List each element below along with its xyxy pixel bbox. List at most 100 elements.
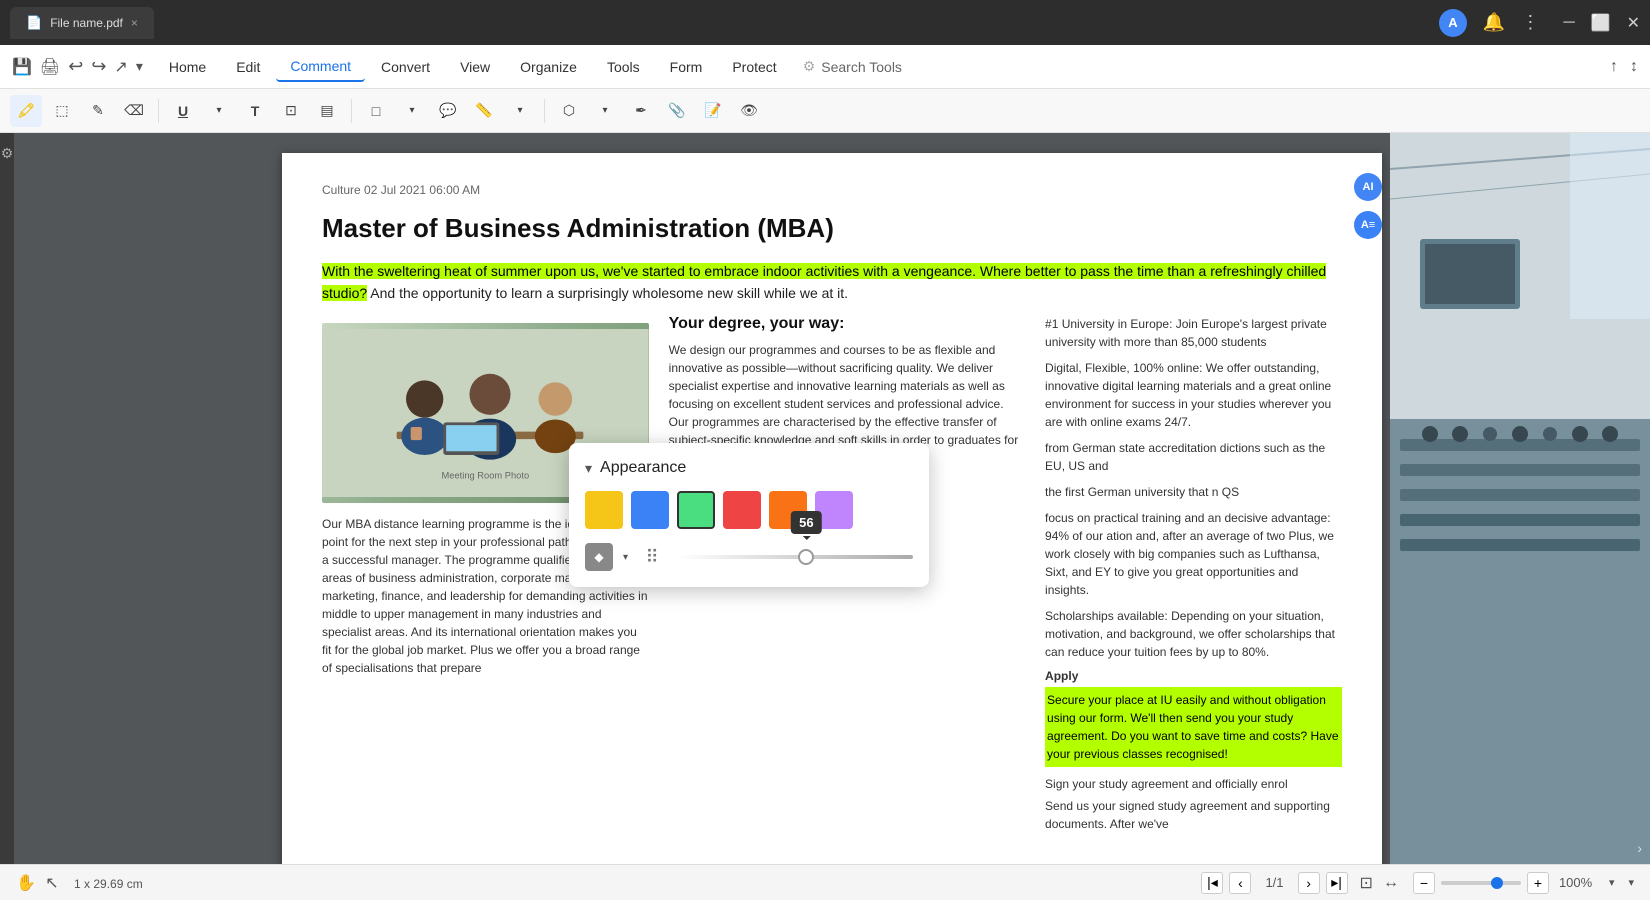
nav-view[interactable]: View xyxy=(446,53,504,81)
appearance-chevron[interactable]: ▾ xyxy=(585,460,592,477)
minimize-button[interactable]: ─ xyxy=(1563,14,1574,32)
scroll-right[interactable]: › xyxy=(1637,840,1642,856)
more-options-icon[interactable]: ⋮ xyxy=(1521,12,1539,33)
fit-width-btn[interactable]: ↔ xyxy=(1383,874,1399,892)
app-bar: 💾 🖨 ↩ ↪ ↗ ▾ Home Edit Comment Convert Vi… xyxy=(0,45,1650,89)
user-avatar[interactable]: A xyxy=(1439,9,1467,37)
search-tools-label: Search Tools xyxy=(821,59,902,75)
color-swatch-green[interactable] xyxy=(677,491,715,529)
eye-btn[interactable]: 👁 xyxy=(733,95,765,127)
doc-title: Master of Business Administration (MBA) xyxy=(322,213,1342,244)
last-page-btn[interactable]: ▸| xyxy=(1326,872,1348,894)
left-sidebar-settings[interactable]: ⚙ xyxy=(1,145,14,162)
highlight-btn[interactable]: 🖍 xyxy=(10,95,42,127)
crop-btn[interactable]: ⊡ xyxy=(275,95,307,127)
note-btn[interactable]: 📝 xyxy=(697,95,729,127)
opacity-dropdown[interactable]: ▾ xyxy=(623,552,628,563)
close-button[interactable]: ✕ xyxy=(1627,13,1640,33)
zoom-out-btn[interactable]: − xyxy=(1413,872,1435,894)
page-dimensions: 1 x 29.69 cm xyxy=(74,877,143,891)
color-swatch-red[interactable] xyxy=(723,491,761,529)
nav-comment[interactable]: Comment xyxy=(276,52,365,82)
stamp-btn[interactable]: ⬡ xyxy=(553,95,585,127)
ai-tool-btn[interactable]: AI xyxy=(1354,173,1382,201)
maximize-button[interactable]: ⬜ xyxy=(1591,13,1611,33)
upload-icon[interactable]: ↑ xyxy=(1610,58,1618,76)
slider-track: 56 xyxy=(676,555,913,559)
main-area: ⚙ Culture 02 Jul 2021 06:00 AM Master of… xyxy=(0,133,1650,864)
slider-thumb[interactable] xyxy=(798,549,814,565)
textbox-btn[interactable]: ▤ xyxy=(311,95,343,127)
ai-sidebar: AI A≡ xyxy=(1354,173,1382,239)
status-right: ⊡ ↔ − + 100% ▾ ▾ xyxy=(1360,872,1634,894)
separator-1 xyxy=(158,99,159,123)
opacity-section: ◆ ▾ ⠿ 56 xyxy=(585,543,913,571)
ruler-btn[interactable]: 📏 xyxy=(468,95,500,127)
zoom-slider[interactable] xyxy=(1441,881,1521,885)
prev-page-btn[interactable]: ‹ xyxy=(1229,872,1251,894)
comment-btn[interactable]: 💬 xyxy=(432,95,464,127)
page-counter[interactable]: 1/1 xyxy=(1257,875,1291,890)
underline-btn[interactable]: U xyxy=(167,95,199,127)
color-swatch-yellow[interactable] xyxy=(585,491,623,529)
page-display-dropdown[interactable]: ▾ xyxy=(1628,876,1634,889)
normal-text-1: And the opportunity to learn a surprisin… xyxy=(370,285,848,301)
fit-page-btn[interactable]: ⊡ xyxy=(1360,873,1373,893)
browser-chrome: 📄 File name.pdf × A 🔔 ⋮ ─ ⬜ ✕ xyxy=(0,0,1650,45)
hand-tool[interactable]: ✋ xyxy=(16,875,36,892)
zoom-thumb xyxy=(1491,877,1503,889)
save-icon[interactable]: 💾 xyxy=(12,57,32,77)
opacity-row: ◆ ▾ ⠿ 56 xyxy=(585,543,913,571)
nav-organize[interactable]: Organize xyxy=(506,53,591,81)
document-area[interactable]: Culture 02 Jul 2021 06:00 AM Master of B… xyxy=(14,133,1650,864)
attach-btn[interactable]: 📎 xyxy=(661,95,693,127)
redo-icon[interactable]: ↪ xyxy=(91,56,106,77)
status-bar: ✋ ↖ 1 x 29.69 cm |◂ ‹ 1/1 › ▸| ⊡ ↔ − + 1… xyxy=(0,864,1650,900)
pattern-icon[interactable]: ⠿ xyxy=(638,543,666,571)
browser-actions: A 🔔 ⋮ ─ ⬜ ✕ xyxy=(1439,9,1640,37)
text-btn[interactable]: T xyxy=(239,95,271,127)
nav-edit[interactable]: Edit xyxy=(222,53,274,81)
right-col-1: #1 University in Europe: Join Europe's l… xyxy=(1045,315,1342,351)
next-page-btn[interactable]: › xyxy=(1298,872,1320,894)
color-swatch-blue[interactable] xyxy=(631,491,669,529)
select-text-btn[interactable]: ⬚ xyxy=(46,95,78,127)
ruler-dropdown[interactable]: ▾ xyxy=(504,95,536,127)
nav-protect[interactable]: Protect xyxy=(718,53,790,81)
rectangle-btn[interactable]: □ xyxy=(360,95,392,127)
opacity-color-btn[interactable]: ◆ xyxy=(585,543,613,571)
undo-icon[interactable]: ↩ xyxy=(68,56,83,77)
right-col-5: focus on practical training and an decis… xyxy=(1045,509,1342,599)
zoom-in-btn[interactable]: + xyxy=(1527,872,1549,894)
tab-close-button[interactable]: × xyxy=(131,16,138,30)
opacity-slider[interactable]: 56 xyxy=(676,547,913,567)
stamp-dropdown[interactable]: ▾ xyxy=(589,95,621,127)
print-icon[interactable]: 🖨 xyxy=(40,57,60,77)
eraser-btn[interactable]: ⌫ xyxy=(118,95,150,127)
pencil-btn[interactable]: ✎ xyxy=(82,95,114,127)
send-label: Send us your signed study agreement and … xyxy=(1045,797,1342,833)
a-tool-btn[interactable]: A≡ xyxy=(1354,211,1382,239)
notification-bell[interactable]: 🔔 xyxy=(1483,12,1505,33)
nav-tools[interactable]: Tools xyxy=(593,53,654,81)
cursor-tool[interactable]: ↖ xyxy=(45,875,58,892)
view-options-dropdown[interactable]: ▾ xyxy=(1609,876,1615,889)
share-icon[interactable]: ↗ xyxy=(114,57,127,77)
nav-form[interactable]: Form xyxy=(656,53,717,81)
browser-tab[interactable]: 📄 File name.pdf × xyxy=(10,7,154,39)
zoom-level[interactable]: 100% xyxy=(1559,875,1599,890)
nav-home[interactable]: Home xyxy=(155,53,220,81)
first-page-btn[interactable]: |◂ xyxy=(1201,872,1223,894)
underline-dropdown[interactable]: ▾ xyxy=(203,95,235,127)
nav-convert[interactable]: Convert xyxy=(367,53,444,81)
dropdown-icon[interactable]: ▾ xyxy=(136,58,143,75)
right-col-6: Scholarships available: Depending on you… xyxy=(1045,607,1342,661)
shape-dropdown[interactable]: ▾ xyxy=(396,95,428,127)
appearance-popup: ▾ Appearance ◆ ▾ ⠿ xyxy=(569,443,929,587)
pen-btn[interactable]: ✒ xyxy=(625,95,657,127)
svg-text:Meeting Room Photo: Meeting Room Photo xyxy=(442,470,530,480)
search-tools[interactable]: ⚙ Search Tools xyxy=(793,54,912,79)
nav-menu: Home Edit Comment Convert View Organize … xyxy=(155,52,1602,82)
page-nav: |◂ ‹ 1/1 › ▸| xyxy=(1201,872,1347,894)
collapse-icon[interactable]: ↕ xyxy=(1630,58,1638,76)
